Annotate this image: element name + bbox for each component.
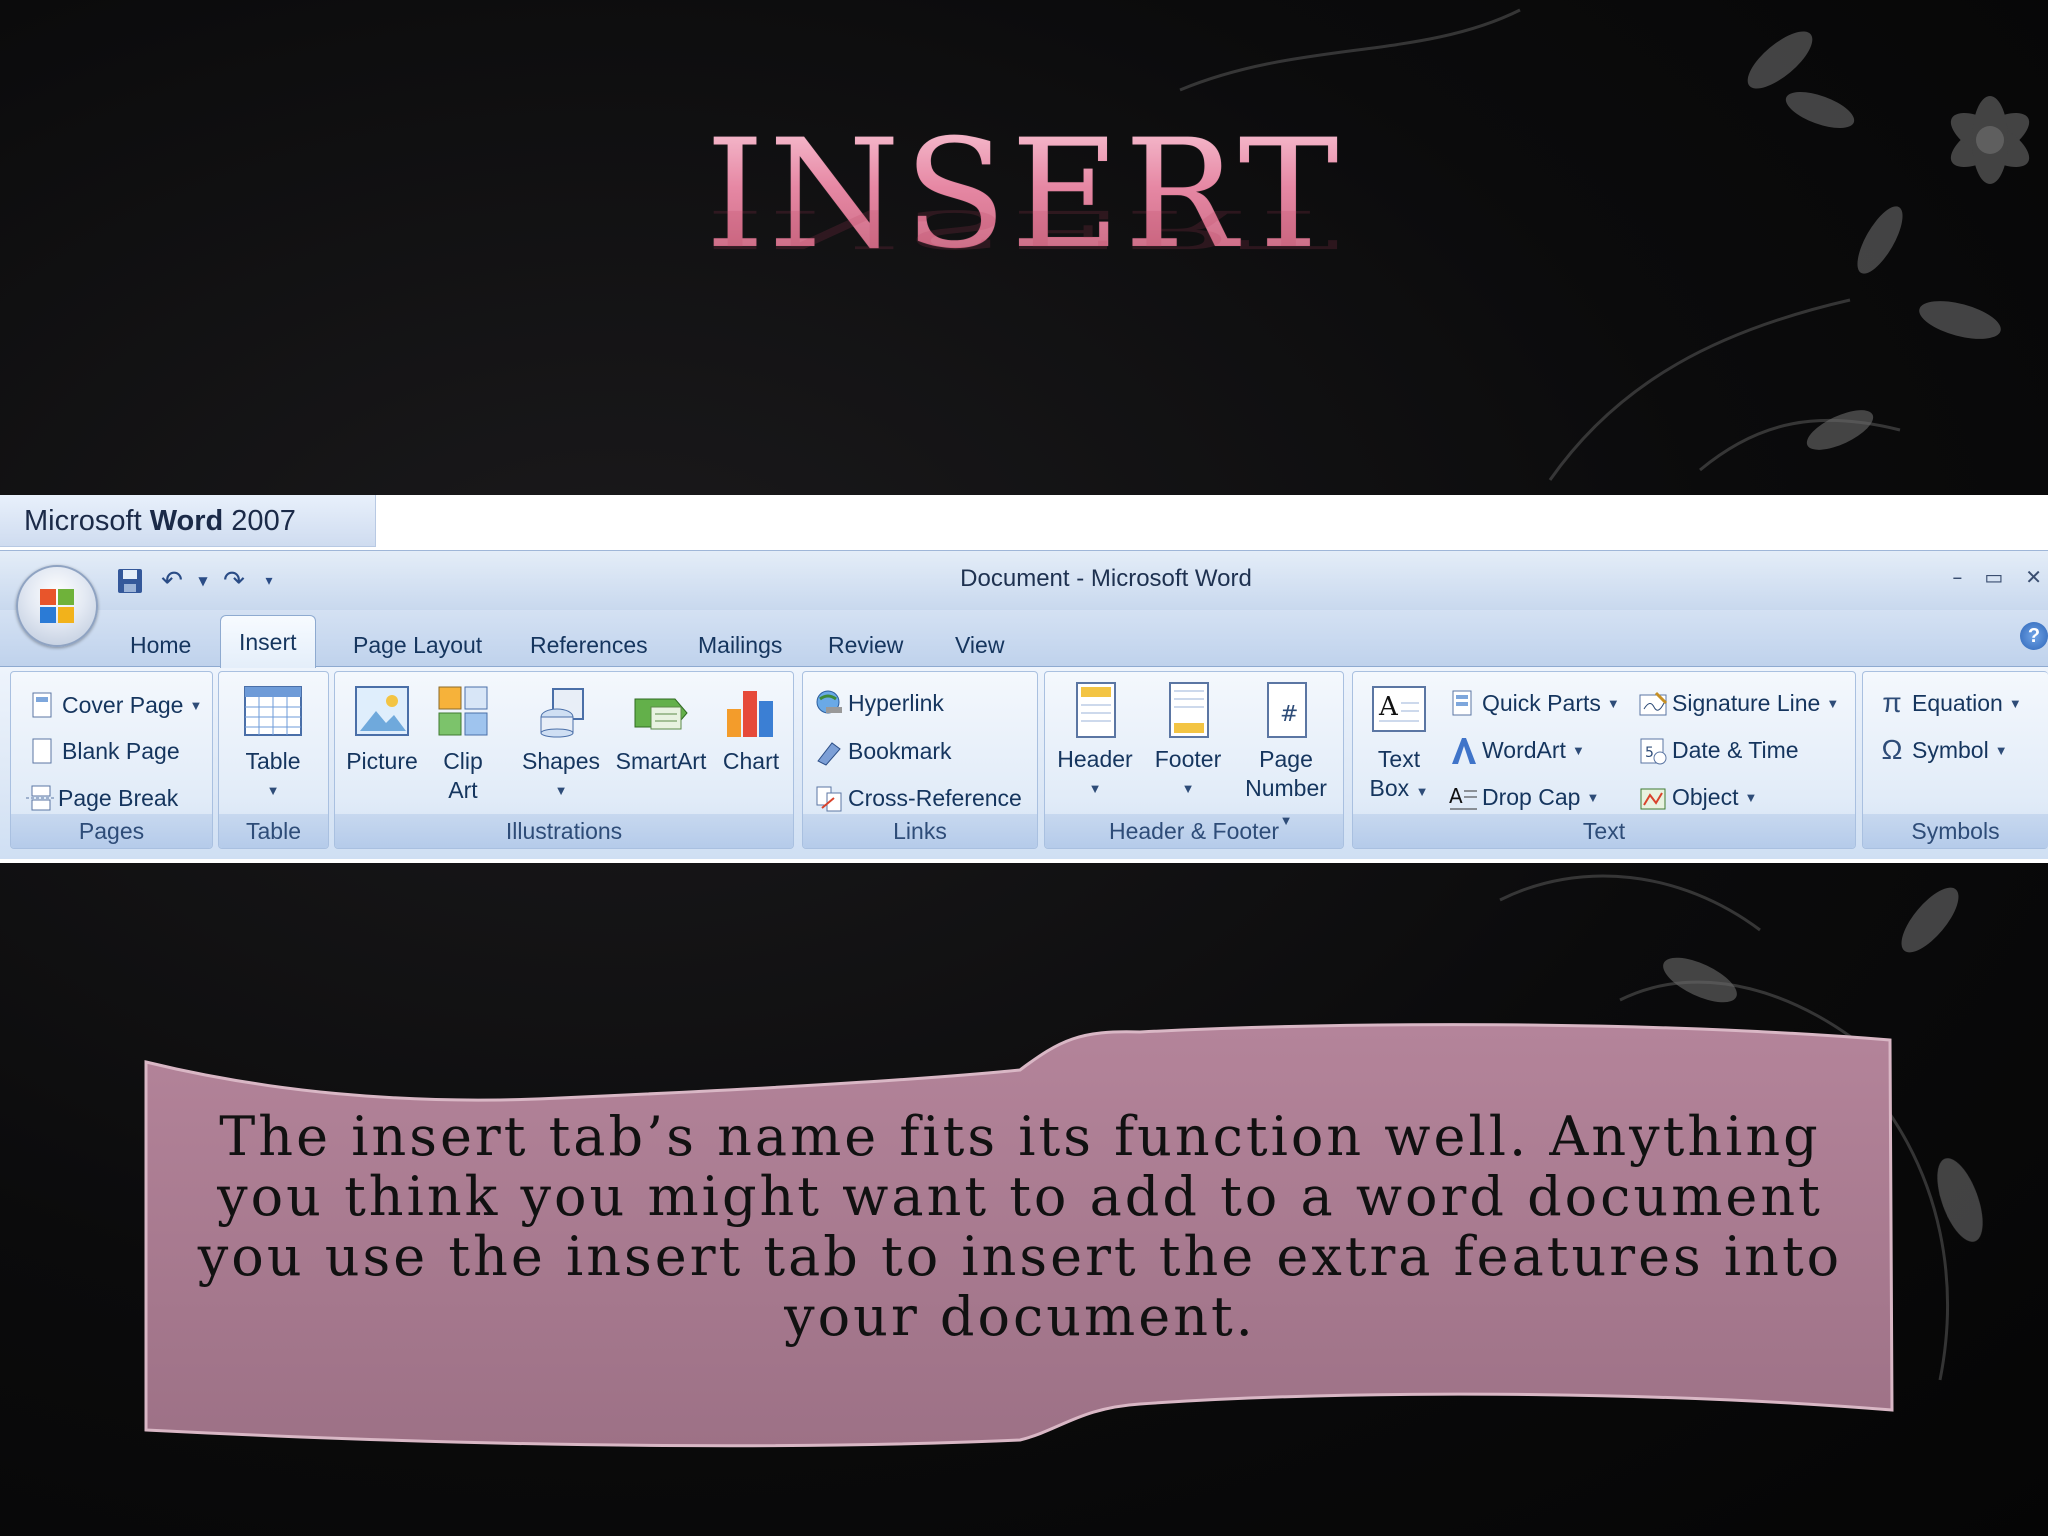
page-number-icon: # [1256, 681, 1316, 741]
svg-text:A: A [1449, 784, 1463, 808]
wordart-button[interactable]: WordArt ▼ [1448, 730, 1585, 770]
group-label: Text [1353, 814, 1855, 848]
omega-icon: Ω [1881, 734, 1903, 765]
page-break-button[interactable]: Page Break [24, 778, 178, 818]
blank-page-button[interactable]: Blank Page [28, 731, 180, 771]
window-title: Document - Microsoft Word [960, 565, 1252, 592]
header-icon [1065, 681, 1125, 741]
close-icon[interactable]: ✕ [2025, 565, 2042, 589]
office-button[interactable] [16, 565, 98, 647]
chart-button[interactable]: Chart [716, 683, 786, 776]
tab-insert[interactable]: Insert [220, 615, 316, 668]
group-label: Pages [11, 814, 212, 848]
group-label: Illustrations [335, 814, 793, 848]
page-number-button[interactable]: # Page Number ▼ [1236, 681, 1336, 835]
clip-art-button[interactable]: Clip Art [428, 683, 498, 805]
blank-page-icon [28, 737, 56, 765]
cross-reference-icon [814, 784, 842, 812]
bookmark-icon [814, 737, 842, 766]
bookmark-button[interactable]: Bookmark [814, 731, 952, 771]
slide-title-reflection: INSERT [705, 198, 1343, 260]
drop-cap-button[interactable]: A Drop Cap ▼ [1448, 777, 1599, 817]
object-icon [1638, 783, 1666, 811]
hyperlink-icon [814, 689, 842, 717]
pi-icon: π [1882, 687, 1902, 718]
tab-page-layout[interactable]: Page Layout [353, 625, 482, 665]
smartart-icon [631, 683, 691, 743]
word-screenshot: Microsoft Word 2007 ↶ ▼ ↷ ▾ Document - M… [0, 495, 2048, 863]
equation-button[interactable]: π Equation ▼ [1878, 683, 2021, 723]
header-button[interactable]: Header ▼ [1052, 681, 1138, 803]
wordart-icon [1448, 736, 1476, 764]
tab-home[interactable]: Home [130, 625, 191, 665]
cover-page-icon [28, 691, 56, 719]
text-box-icon: A [1369, 681, 1429, 741]
help-icon[interactable]: ? [2020, 622, 2048, 650]
page-break-icon [24, 784, 54, 812]
date-time-icon: 5 [1638, 736, 1667, 765]
minimize-icon[interactable]: – [1952, 565, 1962, 589]
restore-icon[interactable]: ▭ [1984, 565, 2003, 589]
clip-art-icon [433, 683, 493, 743]
signature-line-button[interactable]: Signature Line ▼ [1638, 683, 1839, 723]
date-time-button[interactable]: 5 Date & Time [1638, 730, 1799, 770]
svg-text:5: 5 [1645, 745, 1654, 761]
quick-parts-button[interactable]: Quick Parts ▼ [1448, 683, 1620, 723]
hyperlink-button[interactable]: Hyperlink [814, 683, 944, 723]
symbol-button[interactable]: Ω Symbol ▼ [1878, 730, 2008, 770]
object-button[interactable]: Object ▼ [1638, 777, 1757, 817]
office-logo-icon [40, 589, 74, 623]
chart-icon [721, 683, 781, 743]
svg-text:#: # [1280, 702, 1298, 727]
tab-mailings[interactable]: Mailings [698, 625, 782, 665]
group-label: Links [803, 814, 1037, 848]
shapes-icon [531, 683, 591, 743]
footer-icon [1158, 681, 1218, 741]
picture-icon [352, 683, 412, 743]
table-icon [243, 683, 303, 743]
cover-page-button[interactable]: Cover Page ▼ [28, 685, 202, 725]
footer-button[interactable]: Footer ▼ [1145, 681, 1231, 803]
table-button[interactable]: Table ▼ [228, 683, 318, 805]
drop-cap-icon: A [1448, 783, 1477, 811]
cross-reference-button[interactable]: Cross-Reference [814, 778, 1022, 818]
window-controls: – ▭ ✕ [1952, 565, 2042, 589]
shapes-button[interactable]: Shapes ▼ [515, 683, 607, 805]
app-banner: Microsoft Word 2007 [0, 495, 376, 547]
smartart-button[interactable]: SmartArt [612, 683, 710, 776]
text-box-button[interactable]: A Text Box ▼ [1360, 681, 1438, 806]
tab-review[interactable]: Review [828, 625, 903, 665]
svg-text:A: A [1378, 692, 1399, 722]
quick-parts-icon [1448, 689, 1476, 717]
tab-references[interactable]: References [530, 625, 648, 665]
signature-line-icon [1638, 689, 1668, 717]
group-label: Table [219, 814, 328, 848]
group-label: Symbols [1863, 814, 2048, 848]
body-text: The insert tab’s name fits its function … [197, 1105, 1843, 1348]
tab-view[interactable]: View [955, 625, 1004, 665]
picture-button[interactable]: Picture [342, 683, 422, 776]
